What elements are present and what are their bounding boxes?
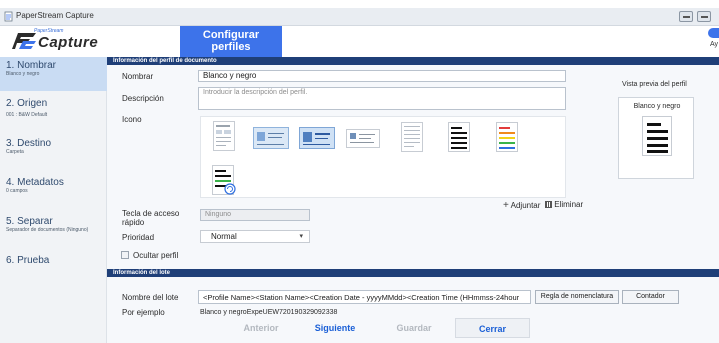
step-label: 4. Metadatos	[6, 177, 64, 188]
counter-button[interactable]: Contador	[622, 290, 679, 304]
step-label: 6. Prueba	[6, 255, 50, 266]
step-origen[interactable]: 2. Origen 001 : B&W Default	[0, 95, 107, 125]
help-icon[interactable]	[708, 28, 719, 38]
batch-section-header: Información del lote	[107, 269, 719, 277]
step-label: 5. Separar	[6, 216, 53, 227]
name-label: Nombrar	[122, 72, 154, 81]
paperstream-logo: PaperStream Capture	[12, 28, 112, 54]
hotkey-label-line1: Tecla de acceso	[122, 209, 180, 218]
maximize-icon	[701, 16, 708, 18]
step-separar[interactable]: 5. Separar Separador de documentos (Ning…	[0, 215, 107, 251]
selected-document-icon[interactable]	[212, 165, 236, 195]
description-field[interactable]: Introducir la descripción del perfil.	[198, 87, 566, 110]
business-card-icon[interactable]	[346, 129, 380, 148]
step-metadatos[interactable]: 4. Metadatos 0 campos	[0, 174, 107, 204]
preview-profile-name: Blanco y negro	[633, 103, 681, 110]
name-field[interactable]: Blanco y negro	[198, 70, 566, 82]
icon-label: Icono	[122, 115, 142, 124]
app-icon	[4, 11, 13, 22]
profile-section-header: Información del perfil de documento	[107, 57, 719, 65]
ps-logo-icon	[12, 33, 36, 49]
close-button[interactable]: Cerrar	[455, 318, 530, 338]
help-label: Ay	[710, 41, 719, 48]
black-white-document-icon[interactable]	[448, 122, 470, 152]
id-card-icon[interactable]	[253, 127, 289, 149]
step-label: 1. Nombrar	[6, 60, 57, 71]
footer-bar: Anterior Siguiente Guardar Cerrar	[0, 318, 719, 343]
profile-preview: Blanco y negro	[618, 97, 694, 179]
form-document-icon[interactable]	[213, 121, 235, 151]
example-value: Blanco y negroExpeUEW720190329092338	[200, 309, 338, 316]
add-icon-link[interactable]: + Adjuntar	[503, 200, 540, 211]
tab-label-line2: perfiles	[211, 41, 251, 53]
text-document-icon[interactable]	[401, 122, 423, 152]
example-label: Por ejemplo	[122, 308, 165, 317]
batch-name-field[interactable]: <Profile Name><Station Name><Creation Da…	[198, 290, 531, 304]
wizard-sidebar: 1. Nombrar Blanco y negro 2. Origen 001 …	[0, 57, 107, 343]
title-bar: PaperStream Capture	[0, 8, 719, 26]
step-sub: Carpeta	[6, 149, 24, 155]
add-label: Adjuntar	[510, 201, 541, 210]
hotkey-field[interactable]: Ninguno	[200, 209, 310, 221]
step-label: 2. Origen	[6, 98, 48, 109]
step-sub: Separador de documentos (Ninguno)	[6, 227, 89, 233]
tab-label-line1: Configurar	[202, 29, 260, 41]
window-title: PaperStream Capture	[16, 11, 94, 20]
chevron-down-icon: ▾	[299, 233, 303, 240]
step-sub: 001 : B&W Default	[6, 112, 48, 118]
step-prueba[interactable]: 6. Prueba	[0, 253, 107, 269]
back-button[interactable]: Anterior	[230, 318, 292, 338]
hotkey-label: Tecla de acceso rápido	[122, 209, 179, 227]
step-label: 3. Destino	[6, 138, 52, 149]
next-button[interactable]: Siguiente	[300, 318, 370, 338]
priority-value: Normal	[211, 232, 237, 241]
section-title: Información del lote	[113, 270, 171, 276]
paperstream-window: PaperStream Capture PaperStream Capture …	[0, 0, 719, 343]
preview-title: Vista previa del perfil	[622, 81, 687, 88]
naming-rule-button[interactable]: Regla de nomenclatura	[535, 290, 619, 304]
batch-name-label: Nombre del lote	[122, 293, 179, 302]
license-card-icon[interactable]	[299, 127, 335, 149]
hotkey-label-line2: rápido	[122, 218, 145, 227]
step-sub: 0 campos	[6, 188, 28, 194]
tab-configurar-perfiles[interactable]: Configurar perfiles	[180, 26, 282, 57]
step-sub: Blanco y negro	[6, 71, 40, 77]
restore-icon	[683, 16, 690, 18]
delete-icon	[545, 201, 552, 208]
refresh-badge-icon	[224, 183, 236, 195]
logo-wordmark: Capture	[38, 34, 99, 51]
delete-icon-link[interactable]: Eliminar	[545, 200, 583, 209]
plus-icon: +	[503, 200, 509, 211]
icon-gallery	[200, 116, 566, 198]
preview-document-icon	[642, 116, 672, 156]
step-nombrar[interactable]: 1. Nombrar Blanco y negro	[0, 57, 107, 91]
hide-profile-label: Ocultar perfil	[133, 251, 179, 260]
step-destino[interactable]: 3. Destino Carpeta	[0, 135, 107, 165]
color-document-icon[interactable]	[496, 122, 518, 152]
delete-label: Eliminar	[554, 200, 584, 209]
section-title: Información del perfil de documento	[113, 58, 217, 64]
app-header: PaperStream Capture Configurar perfiles …	[0, 26, 719, 57]
maximize-button[interactable]	[697, 11, 711, 22]
priority-dropdown[interactable]: Normal ▾	[200, 230, 310, 243]
priority-label: Prioridad	[122, 233, 155, 242]
restore-button[interactable]	[679, 11, 693, 22]
description-label: Descripción	[122, 94, 164, 103]
hide-profile-checkbox[interactable]	[121, 251, 129, 259]
save-button[interactable]: Guardar	[378, 318, 450, 338]
